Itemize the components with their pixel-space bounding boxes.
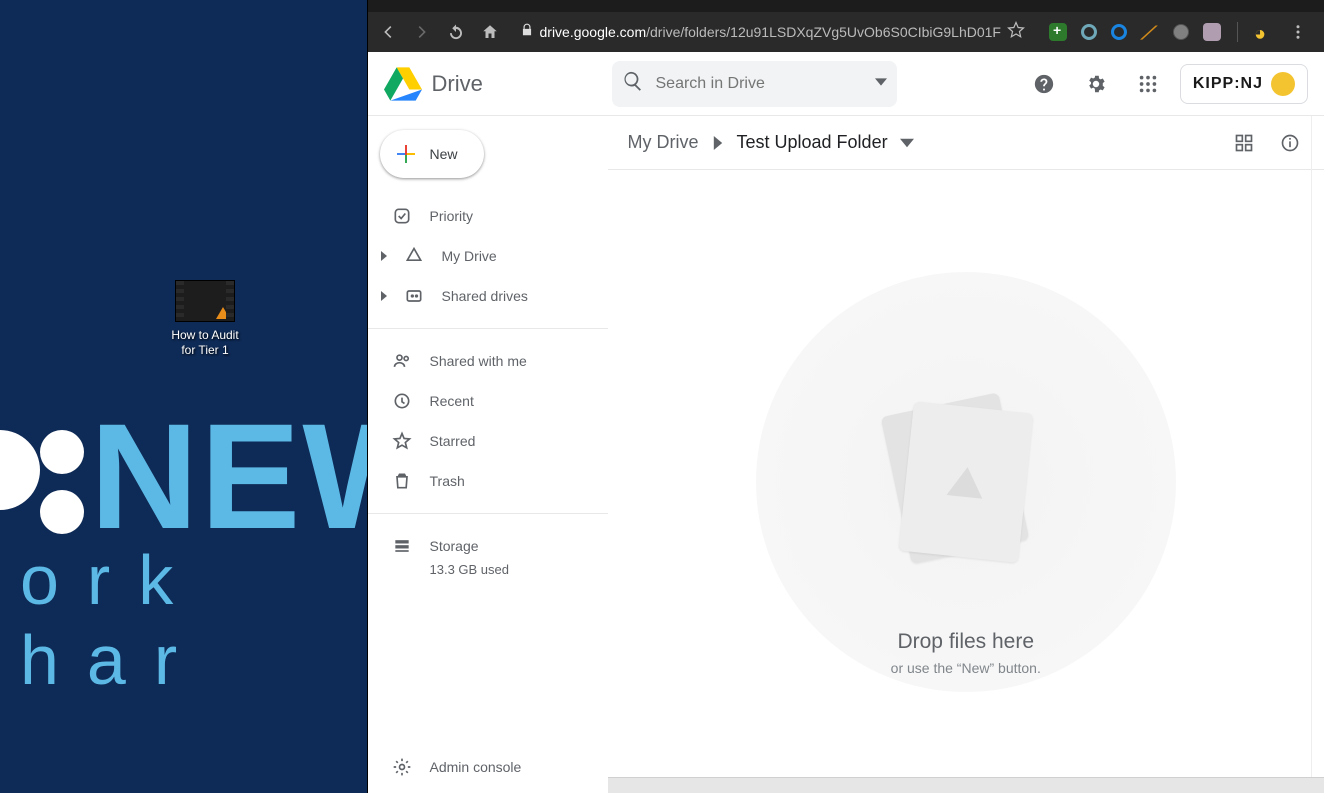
trash-icon [392, 471, 412, 491]
sidebar-item-trash[interactable]: Trash [368, 461, 608, 501]
chevron-down-icon[interactable] [900, 136, 914, 150]
drive-logo-icon [384, 67, 422, 101]
content-toolbar: My Drive Test Upload Folder [608, 116, 1324, 170]
sidebar-item-label: Storage [430, 538, 479, 554]
sidebar-item-admin-console[interactable]: Admin console [368, 747, 608, 787]
profile-avatar-icon[interactable]: ◕ [1254, 23, 1272, 41]
nav-back-button[interactable] [376, 20, 400, 44]
sidebar-item-label: Shared with me [430, 353, 527, 369]
drive-header: Drive KIPP:NJ [368, 52, 1324, 116]
plus-icon [394, 142, 418, 166]
extension-icon-4[interactable]: ⟋ [1141, 23, 1159, 41]
extension-icon-6[interactable] [1203, 23, 1221, 41]
horizontal-scrollbar[interactable] [608, 777, 1324, 793]
bookmark-star-icon[interactable] [1007, 21, 1025, 44]
browser-window: drive.google.com/drive/folders/12u91LSDX… [367, 0, 1324, 793]
sidebar-divider [368, 328, 608, 329]
address-url: drive.google.com/drive/folders/12u91LSDX… [540, 24, 1002, 40]
desktop-file-label: How to Audit for Tier 1 [150, 328, 260, 358]
breadcrumb-root[interactable]: My Drive [628, 132, 699, 153]
drive-triangle-icon [946, 465, 985, 499]
search-options-dropdown[interactable] [875, 75, 887, 93]
sidebar-item-starred[interactable]: Starred [368, 421, 608, 461]
org-brand-pill[interactable]: KIPP:NJ [1180, 64, 1308, 104]
sidebar-item-label: Recent [430, 393, 474, 409]
wallpaper: NEW ork har [0, 0, 367, 793]
browser-menu-button[interactable] [1286, 20, 1310, 44]
wallpaper-text-2: ork har [20, 540, 367, 700]
sidebar-item-label: Admin console [430, 759, 522, 775]
user-avatar-icon [1271, 72, 1295, 96]
drive-logo[interactable]: Drive [384, 67, 600, 101]
search-input[interactable] [656, 75, 863, 93]
address-bar[interactable]: drive.google.com/drive/folders/12u91LSDX… [512, 17, 1034, 47]
org-brand-label: KIPP:NJ [1193, 75, 1263, 93]
lock-icon [520, 23, 534, 42]
new-button[interactable]: New [380, 130, 484, 178]
extension-icon-5[interactable] [1173, 24, 1189, 40]
desktop-file-icon[interactable]: How to Audit for Tier 1 [150, 280, 260, 358]
my-drive-icon [404, 246, 424, 266]
priority-icon [392, 206, 412, 226]
extensions-row: ⟋ ◕ [1043, 20, 1316, 44]
sidebar-item-storage[interactable]: Storage [368, 526, 608, 566]
breadcrumb: My Drive Test Upload Folder [628, 132, 914, 153]
extension-icon-3[interactable] [1111, 24, 1127, 40]
new-button-label: New [430, 146, 458, 162]
wallpaper-text-1: NEW [90, 390, 367, 563]
star-icon [392, 431, 412, 451]
sidebar-item-label: Shared drives [442, 288, 528, 304]
sidebar-divider [368, 513, 608, 514]
caret-right-icon [378, 291, 390, 301]
browser-toolbar: drive.google.com/drive/folders/12u91LSDX… [368, 12, 1324, 52]
sidebar-item-shared-with-me[interactable]: Shared with me [368, 341, 608, 381]
storage-usage-text: 13.3 GB used [368, 562, 608, 577]
nav-reload-button[interactable] [444, 20, 468, 44]
chevron-right-icon [711, 136, 725, 150]
sidebar-item-label: Starred [430, 433, 476, 449]
extension-icon-2[interactable] [1081, 24, 1097, 40]
nav-forward-button[interactable] [410, 20, 434, 44]
view-grid-toggle-button[interactable] [1226, 125, 1262, 161]
video-thumbnail-icon [175, 280, 235, 322]
shared-drives-icon [404, 286, 424, 306]
sidebar-item-label: My Drive [442, 248, 497, 264]
search-icon [622, 70, 644, 97]
drive-body: New Priority My Drive Shared drives [368, 116, 1324, 793]
empty-state[interactable]: Drop files here or use the “New” button. [608, 170, 1324, 777]
admin-gear-icon [392, 757, 412, 777]
clock-icon [392, 391, 412, 411]
sidebar-item-shared-drives[interactable]: Shared drives [368, 276, 608, 316]
caret-right-icon [378, 251, 390, 261]
sidebar-item-my-drive[interactable]: My Drive [368, 236, 608, 276]
breadcrumb-current[interactable]: Test Upload Folder [737, 132, 888, 153]
desktop-wallpaper-area: NEW ork har How to Audit for Tier 1 [0, 0, 367, 793]
support-help-button[interactable] [1024, 64, 1064, 104]
empty-state-title: Drop files here [897, 630, 1034, 654]
tab-strip[interactable] [368, 0, 1324, 12]
drive-logo-text: Drive [432, 71, 483, 97]
sidebar-item-recent[interactable]: Recent [368, 381, 608, 421]
nav-home-button[interactable] [478, 20, 502, 44]
view-details-button[interactable] [1272, 125, 1308, 161]
people-icon [392, 351, 412, 371]
extension-separator [1237, 22, 1238, 42]
empty-state-subtitle: or use the “New” button. [891, 660, 1041, 676]
storage-icon [392, 536, 412, 556]
search-bar[interactable] [612, 61, 897, 107]
sidebar-item-priority[interactable]: Priority [368, 196, 608, 236]
empty-state-graphic [756, 272, 1176, 692]
sidebar-item-label: Trash [430, 473, 465, 489]
sidebar-item-label: Priority [430, 208, 474, 224]
extension-icon-1[interactable] [1049, 23, 1067, 41]
sidebar: New Priority My Drive Shared drives [368, 116, 608, 793]
settings-gear-button[interactable] [1076, 64, 1116, 104]
main-panel: My Drive Test Upload Folder Drop files h… [608, 116, 1324, 793]
google-apps-grid-button[interactable] [1128, 64, 1168, 104]
